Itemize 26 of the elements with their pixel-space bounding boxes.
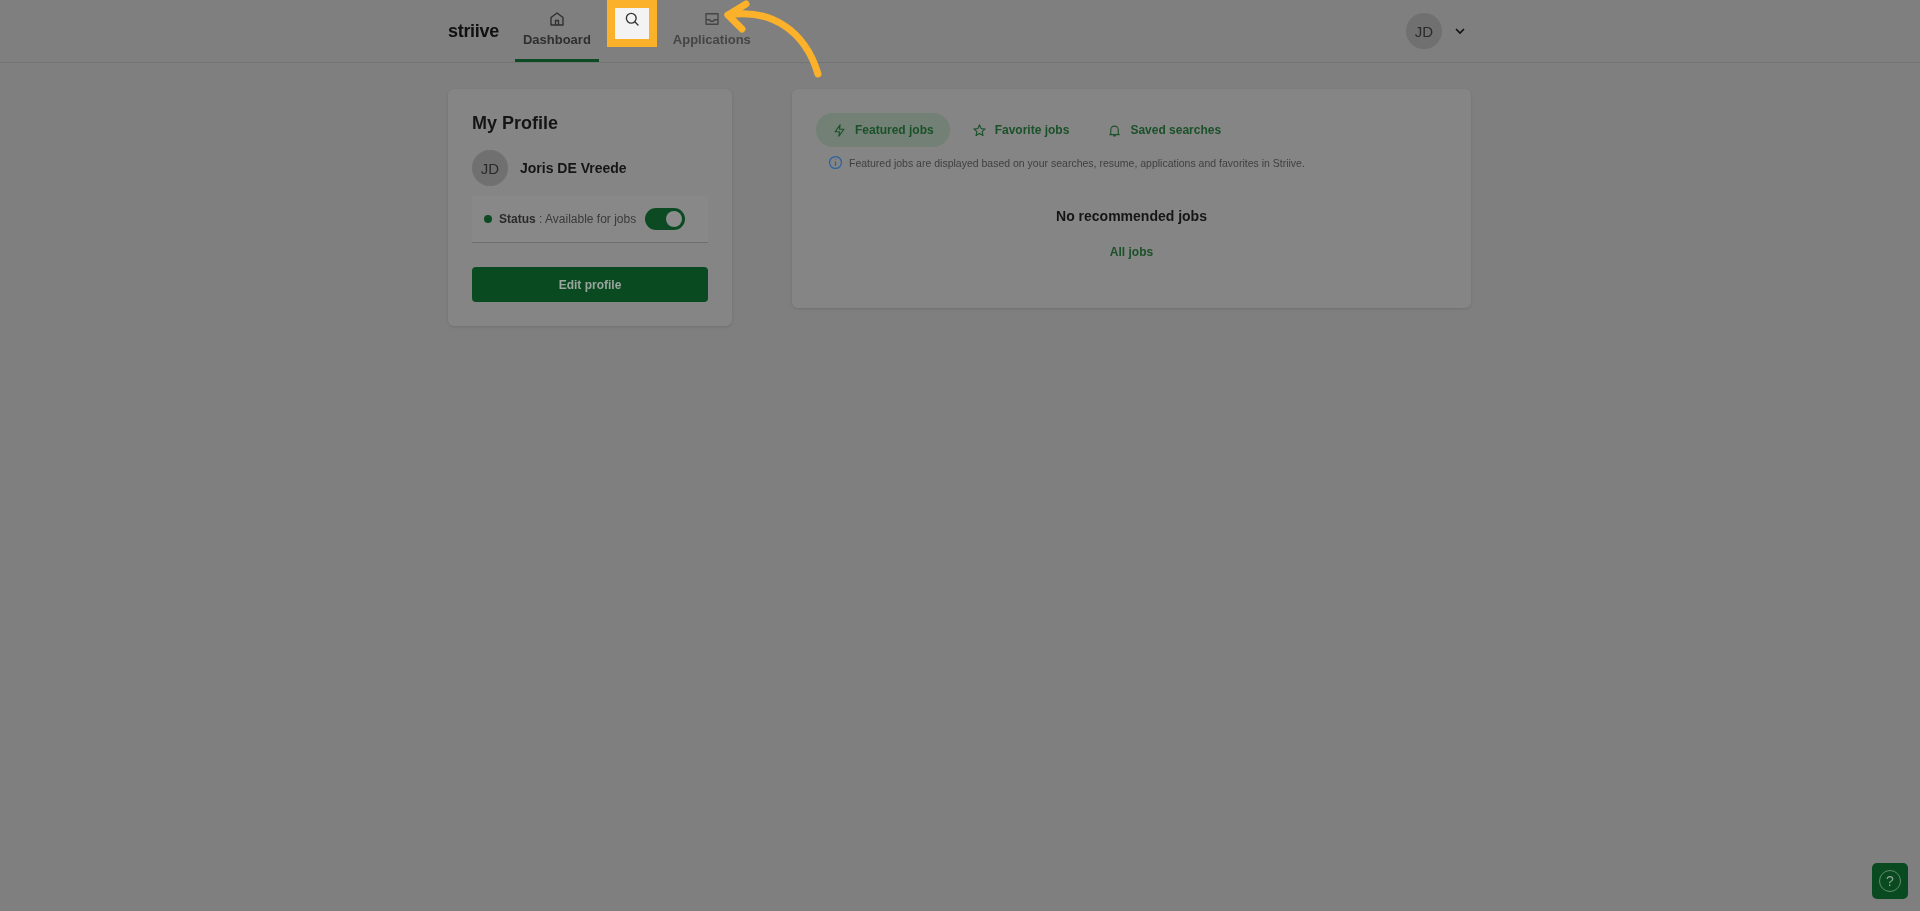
logo[interactable]: striive xyxy=(448,20,499,42)
nav-tab[interactable] xyxy=(606,0,657,47)
card-title: My Profile xyxy=(472,113,560,134)
lightning-icon xyxy=(832,122,847,138)
inbox-icon xyxy=(702,10,721,28)
status-text: Status : Available for jobs xyxy=(499,212,637,226)
jobs-tab[interactable]: Saved searches xyxy=(1091,113,1238,147)
profile-name: Joris DE Vreede xyxy=(520,160,627,176)
edit-profile-button[interactable]: Edit profile xyxy=(472,267,708,302)
jobs-tab[interactable]: Featured jobs xyxy=(816,113,950,147)
empty-title: No recommended jobs xyxy=(1055,208,1208,224)
status-dot xyxy=(484,215,492,223)
profile-avatar: JD xyxy=(472,150,508,186)
help-button[interactable]: ? xyxy=(1872,863,1908,899)
info-text: Featured jobs are displayed based on your searches, resume, applications and favorites in Striive. xyxy=(849,156,1305,169)
user-avatar[interactable]: JD xyxy=(1406,13,1442,49)
nav-tab[interactable]: Dashboard xyxy=(514,0,599,62)
all-jobs-link[interactable]: All jobs xyxy=(1109,245,1154,259)
info-icon xyxy=(828,155,843,170)
bell-icon xyxy=(1107,122,1123,138)
availability-toggle[interactable] xyxy=(645,208,686,230)
home-icon xyxy=(547,10,566,28)
nav-tab[interactable]: Applications xyxy=(664,0,759,62)
jobs-tab[interactable]: Favorite jobs xyxy=(955,113,1086,147)
chevron-down-icon[interactable] xyxy=(1454,25,1466,37)
star-icon xyxy=(971,122,987,138)
